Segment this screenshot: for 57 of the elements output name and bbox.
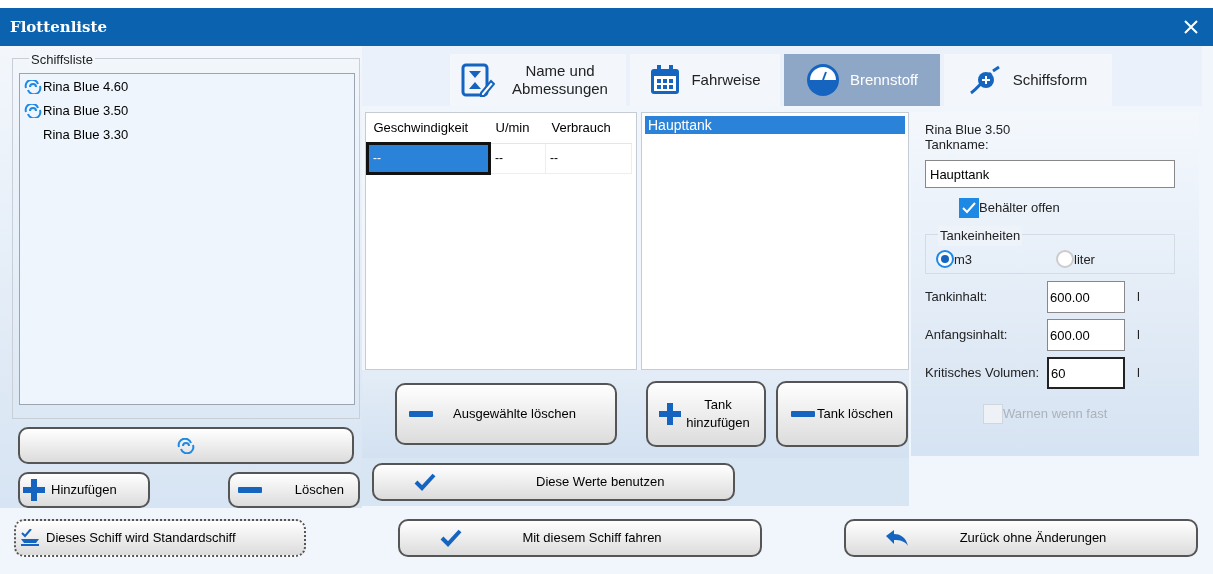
ship-name: Rina Blue 3.50 (925, 122, 1012, 137)
checkbox[interactable]: Behälter offen (959, 196, 1199, 220)
minus-icon (238, 487, 262, 493)
form-icon (461, 63, 495, 97)
set-default-button[interactable]: Dieses Schiff wird Standardschiff (14, 519, 306, 557)
group-title: Tankeinheiten (938, 226, 1023, 246)
back-arrow-icon (886, 530, 908, 546)
column-header: Verbrauch (545, 113, 632, 143)
number-field[interactable]: 600.00 (1047, 319, 1125, 351)
minus-icon (409, 411, 433, 417)
tab[interactable]: Name und Abmessungen (450, 54, 626, 106)
table-cell[interactable]: -- (367, 143, 490, 173)
table-cell[interactable]: -- (489, 143, 546, 173)
delete-selected-button[interactable]: Ausgewählte löschen (395, 383, 617, 445)
field-label: Tankname: (925, 137, 990, 152)
radio-button[interactable]: liter (1056, 249, 1095, 269)
add-tank-button[interactable]: Tank hinzufügen (646, 381, 766, 447)
list-item[interactable]: Rina Blue 3.50 (24, 100, 354, 122)
tank-list[interactable]: Haupttank (641, 112, 909, 370)
calendar-icon (649, 64, 682, 96)
field-label: Tankinhalt: (925, 288, 989, 307)
plus-icon (659, 403, 681, 425)
apply-button[interactable]: Diese Werte benutzen (372, 463, 735, 501)
field-label: Anfangsinhalt: (925, 326, 1009, 345)
ship-list[interactable]: Rina Blue 4.60 Rina Blue 3.50 Rina Blue 3.30 (19, 73, 355, 405)
sail-button[interactable]: Mit diesem Schiff fahren (398, 519, 762, 557)
close-icon (1184, 20, 1198, 34)
check-icon (440, 529, 462, 547)
back-button[interactable]: Zurück ohne Änderungen (844, 519, 1198, 557)
window-title: Flottenliste (10, 16, 107, 38)
link-icon (177, 437, 195, 454)
checkbox: Warnen wenn fast (983, 402, 1199, 426)
number-field[interactable]: 600.00 (1047, 281, 1125, 313)
link-button[interactable] (18, 427, 354, 464)
tab[interactable]: Schiffsform (944, 54, 1112, 106)
unit-label: l (1137, 288, 1140, 307)
list-item[interactable]: Rina Blue 3.30 (24, 124, 354, 146)
field-label: Kritisches Volumen: (925, 364, 1041, 383)
add-button[interactable]: Hinzufügen (18, 472, 150, 508)
delete-tank-button[interactable]: Tank löschen (776, 381, 908, 447)
plus-icon (23, 479, 45, 501)
column-header: U/min (489, 113, 546, 143)
radio-button[interactable]: m3 (936, 249, 1056, 269)
check-icon (414, 473, 436, 491)
check-icon (962, 202, 976, 214)
text-field[interactable]: Haupttank (925, 160, 1175, 188)
list-item[interactable]: Haupttank (645, 116, 905, 134)
minus-icon (791, 411, 816, 417)
ship-icon (20, 529, 40, 547)
delete-button[interactable]: Löschen (228, 472, 360, 508)
tab[interactable]: Fahrweise (630, 54, 780, 106)
unit-label: l (1137, 364, 1140, 383)
table-cell[interactable]: -- (545, 143, 632, 173)
unit-label: l (1137, 326, 1140, 345)
gauge-icon (805, 63, 840, 97)
number-field[interactable]: 60 (1047, 357, 1125, 389)
list-item[interactable]: Rina Blue 4.60 (24, 76, 354, 98)
